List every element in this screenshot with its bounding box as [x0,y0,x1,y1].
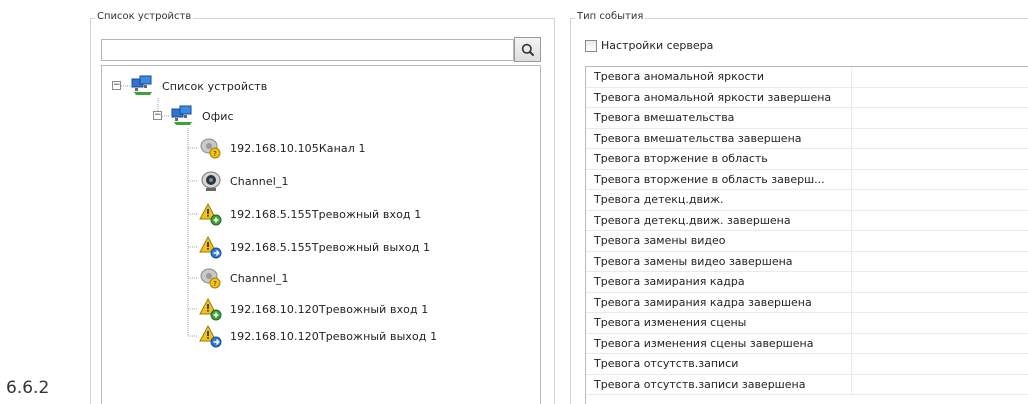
tree-node-alarm-output[interactable]: 192.168.10.120Тревожный выход 1 [198,324,437,348]
device-list-group-title: Список устройств [95,11,194,22]
server-settings-label: Настройки сервера [601,39,714,52]
tree-node-alarm-input[interactable]: 192.168.10.120Тревожный вход 1 [198,297,428,321]
list-item[interactable]: Тревога изменения сцены завершена [586,333,1028,354]
list-item[interactable]: Тревога изменения сцены [586,313,1028,334]
webcam-icon [198,169,224,193]
list-item[interactable]: Тревога детекц.движ. завершена [586,210,1028,231]
list-item[interactable]: Тревога вторжение в область заверш... [586,169,1028,190]
event-type-list[interactable]: Тревога аномальной яркости Тревога анома… [585,66,1028,404]
list-item[interactable]: Тревога замирания кадра [586,272,1028,293]
camera-warning-icon: ? [198,136,224,160]
network-group-icon [170,104,196,128]
tree-node-root[interactable]: Список устройств [130,74,267,98]
office-collapse-toggle[interactable]: − [153,111,162,120]
section-number: 6.6.2 [6,378,50,398]
list-item[interactable]: Тревога отсутств.записи [586,354,1028,375]
alarm-input-icon [198,297,224,321]
alarm-output-icon [198,235,224,259]
tree-node-channel[interactable]: ? 192.168.10.105Канал 1 [198,136,366,160]
camera-warning-icon: ? [198,266,224,290]
list-item[interactable]: Тревога аномальной яркости [586,67,1028,88]
root-collapse-toggle[interactable]: − [112,81,121,90]
event-type-group-title: Тип события [575,11,646,22]
svg-text:?: ? [213,150,217,158]
list-item[interactable]: Тревога замирания кадра завершена [586,292,1028,313]
tree-node-label: Список устройств [162,79,268,93]
server-settings-checkbox[interactable]: Настройки сервера [585,39,713,52]
tree-node-channel[interactable]: ? Channel_1 [198,266,289,290]
tree-node-label: Channel_1 [230,271,289,285]
tree-node-alarm-output[interactable]: 192.168.5.155Тревожный выход 1 [198,235,430,259]
tree-node-label: 192.168.5.155Тревожный выход 1 [230,240,431,254]
list-item[interactable]: Тревога отсутств.записи завершена [586,374,1028,395]
tree-node-alarm-input[interactable]: 192.168.5.155Тревожный вход 1 [198,202,421,226]
device-tree[interactable]: − − Список устройств Офис ? 192.168.10.1… [101,65,541,404]
tree-node-channel[interactable]: Channel_1 [198,169,289,193]
alarm-input-icon [198,202,224,226]
tree-node-label: 192.168.10.105Канал 1 [230,141,366,155]
checkbox-box[interactable] [585,39,597,52]
list-item[interactable]: Тревога вторжение в область [586,149,1028,170]
svg-text:?: ? [213,280,217,288]
list-item[interactable]: Тревога аномальной яркости завершена [586,87,1028,108]
list-item[interactable]: Тревога замены видео завершена [586,251,1028,272]
list-item[interactable]: Тревога вмешательства завершена [586,128,1028,149]
tree-node-label: 192.168.5.155Тревожный вход 1 [230,207,422,221]
tree-node-office[interactable]: Офис [170,104,234,128]
search-icon [521,43,534,56]
list-item[interactable]: Тревога вмешательства [586,108,1028,129]
tree-node-label: Офис [202,109,234,123]
search-button[interactable] [514,37,541,62]
tree-node-label: 192.168.10.120Тревожный выход 1 [230,329,438,343]
device-search-input[interactable] [101,39,514,61]
network-group-icon [130,74,156,98]
list-item[interactable]: Тревога детекц.движ. [586,190,1028,211]
list-item[interactable]: Тревога замены видео [586,231,1028,252]
alarm-output-icon [198,324,224,348]
tree-node-label: 192.168.10.120Тревожный вход 1 [230,302,429,316]
tree-node-label: Channel_1 [230,174,289,188]
